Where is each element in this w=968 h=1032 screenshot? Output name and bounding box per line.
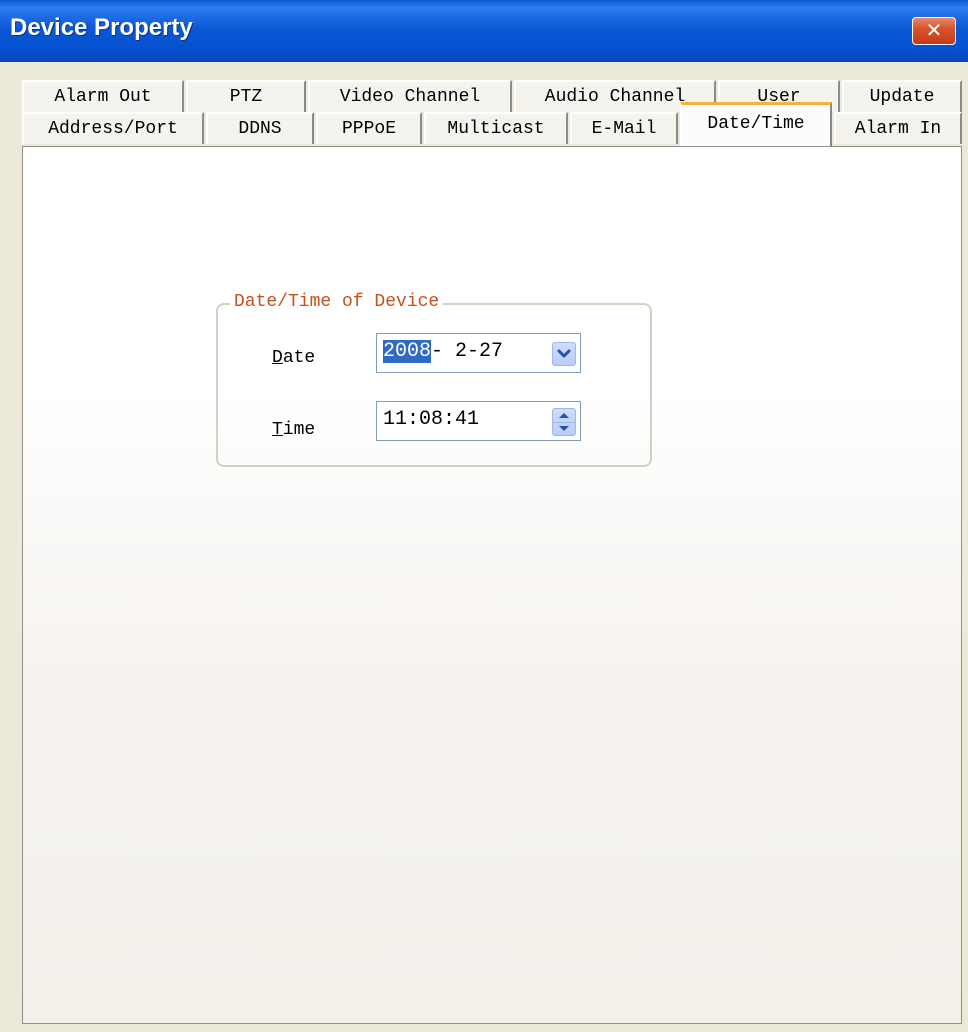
spin-down-button[interactable] [553, 422, 575, 435]
tab-label: Update [869, 87, 935, 107]
tab-alarm-out[interactable]: Alarm Out [22, 80, 184, 112]
date-year-selected[interactable]: 2008 [383, 340, 432, 363]
tab-date-time[interactable]: Date/Time [680, 102, 832, 146]
groupbox-legend: Date/Time of Device [230, 291, 444, 313]
tab-address-port[interactable]: Address/Port [22, 112, 204, 144]
tab-alarm-in[interactable]: Alarm In [834, 112, 962, 144]
tab-label: PPPoE [341, 119, 396, 139]
spin-down-icon [559, 426, 569, 431]
close-icon: ✕ [925, 18, 943, 42]
chevron-down-icon [557, 349, 571, 358]
date-label-text: ate [282, 348, 316, 368]
tab-video-channel[interactable]: Video Channel [308, 80, 512, 112]
tab-update[interactable]: Update [842, 80, 962, 112]
tab-ptz[interactable]: PTZ [186, 80, 306, 112]
tab-label: Alarm Out [54, 87, 152, 107]
date-label: Date [272, 348, 315, 368]
tab-label: Audio Channel [544, 87, 686, 107]
date-picker[interactable]: 2008- 2-27 [376, 333, 581, 373]
tab-label: Video Channel [339, 87, 481, 107]
tab-label: Alarm In [854, 119, 942, 139]
spin-up-button[interactable] [553, 409, 575, 423]
tab-e-mail[interactable]: E-Mail [570, 112, 678, 144]
device-property-window: Device Property ✕ Alarm Out PTZ Video Ch… [0, 0, 968, 1032]
spin-up-icon [559, 413, 569, 418]
date-label-accelerator: D [272, 348, 283, 368]
time-label: Time [272, 420, 315, 440]
datetime-groupbox [216, 303, 652, 467]
date-dropdown-button[interactable] [552, 342, 576, 366]
tab-multicast[interactable]: Multicast [424, 112, 568, 144]
tab-content-panel [22, 146, 962, 1024]
window-title: Device Property [10, 14, 193, 41]
tab-ddns[interactable]: DDNS [206, 112, 314, 144]
tab-label: DDNS [238, 119, 282, 139]
title-bar[interactable]: Device Property ✕ [0, 0, 968, 62]
time-picker[interactable]: 11:08:41 [376, 401, 581, 441]
time-value[interactable]: 11:08:41 [383, 408, 479, 431]
date-value[interactable]: 2008- 2-27 [383, 340, 503, 363]
tab-label: Address/Port [48, 119, 178, 139]
tab-label: Date/Time [707, 114, 805, 134]
close-button[interactable]: ✕ [912, 17, 956, 45]
time-label-text: ime [282, 420, 316, 440]
tab-label: PTZ [229, 87, 263, 107]
time-label-accelerator: T [272, 420, 283, 440]
tab-label: E-Mail [591, 119, 657, 139]
tab-pppoe[interactable]: PPPoE [316, 112, 422, 144]
tab-label: Multicast [447, 119, 545, 139]
time-spinner[interactable] [552, 408, 576, 436]
date-month-day[interactable]: - 2-27 [431, 340, 503, 363]
tab-row-front: Address/Port DDNS PPPoE Multicast E-Mail… [0, 102, 968, 146]
